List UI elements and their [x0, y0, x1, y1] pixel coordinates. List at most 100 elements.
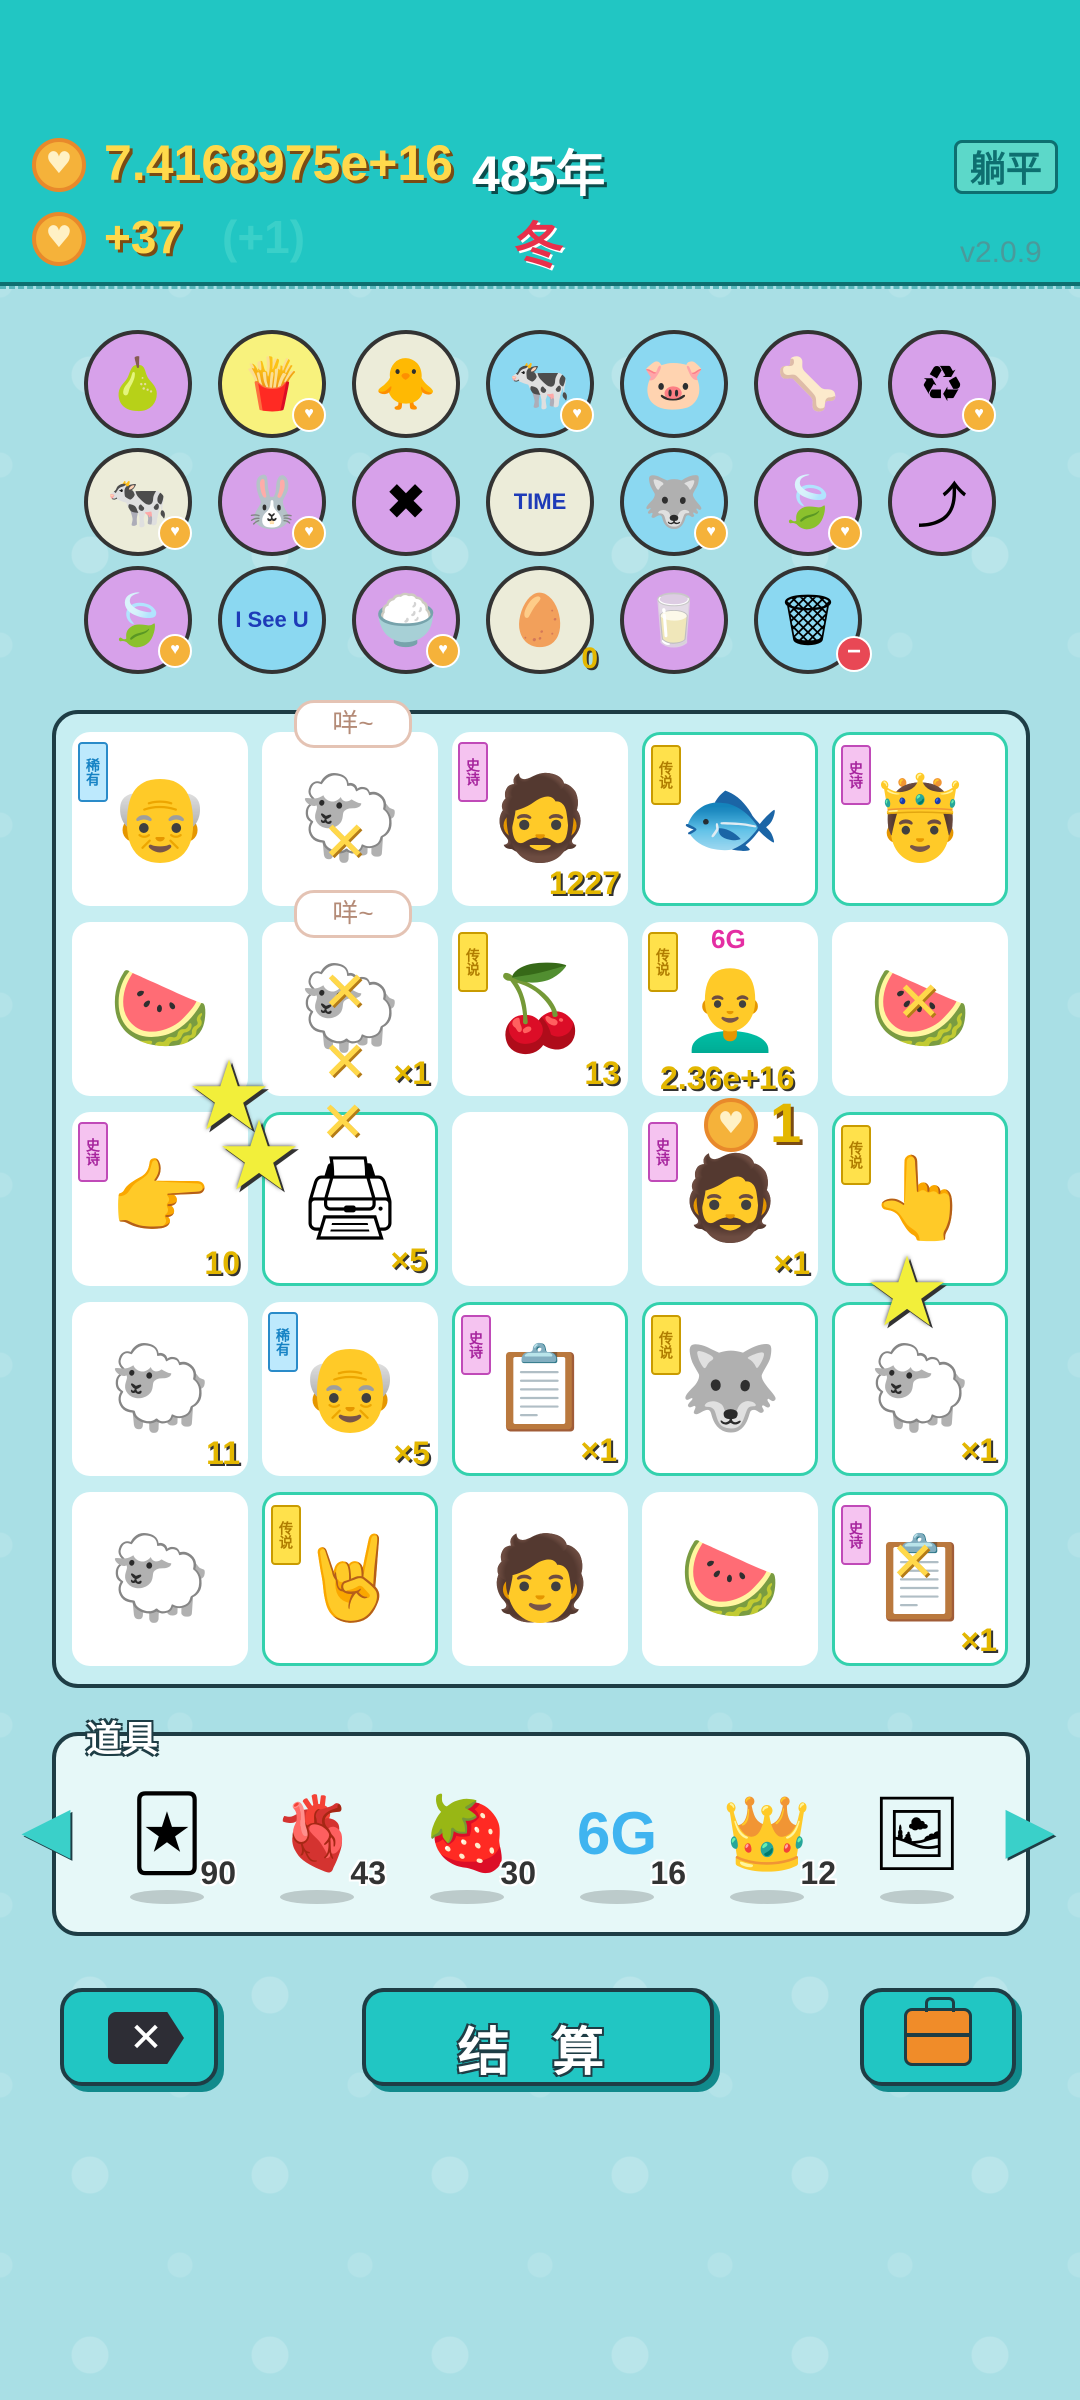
prop-item-strawberry[interactable]: 🍓 30: [412, 1778, 536, 1904]
6g-icon: 6G: [576, 1799, 658, 1867]
coin-rate-icon: [32, 212, 86, 266]
heart-badge-icon: ♥: [426, 634, 460, 668]
board-cell-r0c4[interactable]: 史诗 🤴: [832, 732, 1008, 906]
multiplier-x-icon: ✕: [322, 812, 368, 872]
collection-item-pet-food[interactable]: 🦴: [754, 330, 862, 438]
rarity-tag: 史诗: [461, 1315, 491, 1375]
collection-count: 0: [581, 642, 598, 675]
board-cell-r4c3[interactable]: 🍉: [642, 1492, 818, 1666]
multiplier-x-icon: ✕: [322, 962, 368, 1022]
collection-item-curved-arrow[interactable]: ⤴: [888, 448, 996, 556]
symbol-icon: 🖨: [297, 1153, 403, 1244]
props-scroll-right-icon[interactable]: ▶: [1004, 1790, 1056, 1870]
symbol-icon: 🧔: [488, 773, 592, 864]
prop-count: 12: [800, 1855, 836, 1891]
lie-flat-button[interactable]: 躺平: [954, 140, 1058, 194]
board-cell-r3c0[interactable]: 🐑 11: [72, 1302, 248, 1476]
symbol-count: 1227: [548, 865, 620, 901]
cow-pair-2-icon: 🐄: [106, 473, 170, 530]
briefcase-icon: [904, 1997, 972, 2066]
collection-item-leaf-2[interactable]: 🍃 ♥: [84, 566, 192, 674]
coin-gain-popup: 1: [770, 1091, 802, 1154]
board-cell-r0c0[interactable]: 稀有 👴: [72, 732, 248, 906]
year-display: 485年: [472, 146, 606, 202]
symbol-count: 13: [584, 1055, 620, 1091]
symbol-icon: 👆: [868, 1153, 972, 1244]
props-scroll-left-icon[interactable]: ◀: [20, 1790, 72, 1870]
coin-popup-icon: [704, 1098, 758, 1152]
prop-item-6g[interactable]: 6G 16: [562, 1778, 686, 1904]
collection-item-piggy-bank[interactable]: 🐷: [620, 330, 728, 438]
collection-item-french-fries[interactable]: 🍟 ♥: [218, 330, 326, 438]
symbol-icon: 👴: [298, 1343, 402, 1434]
remove-badge-icon[interactable]: −: [836, 636, 872, 672]
remove-button[interactable]: ✕: [60, 1988, 218, 2086]
board-cell-r3c3[interactable]: 传说 🐺: [642, 1302, 818, 1476]
rarity-tag: 传说: [841, 1125, 871, 1185]
multiplier-guy-icon: ✖: [385, 474, 427, 530]
money-total: 7.4168975e+16: [104, 135, 453, 191]
board-cell-r1c2[interactable]: 传说 🍒 13: [452, 922, 628, 1096]
board-cell-r3c2[interactable]: 史诗 📋 ×1: [452, 1302, 628, 1476]
rarity-tag: 稀有: [78, 742, 108, 802]
prop-count: 16: [650, 1855, 686, 1891]
symbol-count: ×1: [393, 1055, 430, 1091]
collection-item-pomelo-grapefruit[interactable]: 🍐: [84, 330, 192, 438]
inventory-button[interactable]: [860, 1988, 1016, 2086]
french-fries-icon: 🍟: [240, 355, 304, 412]
piggy-bank-icon: 🐷: [642, 355, 706, 412]
settle-button[interactable]: 结 算: [362, 1988, 714, 2086]
collection-item-rabbit[interactable]: 🐰 ♥: [218, 448, 326, 556]
collection-item-recycle[interactable]: ♻ ♥: [888, 330, 996, 438]
season-label: 冬: [514, 218, 564, 274]
version-label: v2.0.9: [960, 236, 1042, 269]
crown-icon: 👑: [722, 1793, 812, 1874]
rare-cards-icon: 🃏: [130, 1794, 204, 1874]
pomelo-grapefruit-icon: 🍐: [106, 355, 170, 412]
symbol-icon: 🍒: [488, 963, 592, 1054]
collection-item-time-magazine[interactable]: TIME: [486, 448, 594, 556]
board-cell-r4c2[interactable]: 🧑: [452, 1492, 628, 1666]
board-cell-r3c1[interactable]: 稀有 👴 ×5: [262, 1302, 438, 1476]
speech-bubble: 咩~: [294, 700, 412, 748]
board-cell-r0c2[interactable]: 史诗 🧔 1227: [452, 732, 628, 906]
collection-item-trash-bag[interactable]: 🗑 −: [754, 566, 872, 674]
collection-item-multiplier-guy[interactable]: ✖: [352, 448, 460, 556]
collection-item-egg-tray[interactable]: 🥚 0: [486, 566, 598, 675]
liver-icon: 🫀: [272, 1793, 362, 1874]
rabbit-icon: 🐰: [240, 473, 304, 530]
milk-jar-icon: 🥛: [642, 591, 706, 648]
chick-egg-icon: 🐥: [374, 355, 438, 412]
symbol-count: ×1: [960, 1432, 997, 1468]
symbol-icon: 🐑: [108, 1343, 212, 1434]
collection-item-husky-dog[interactable]: 🐺 ♥: [620, 448, 728, 556]
prop-item-liver[interactable]: 🫀 43: [262, 1778, 386, 1904]
collection-item-cow-pair[interactable]: 🐄 ♥: [486, 330, 594, 438]
board-cell-r4c1[interactable]: 传说 🤘: [262, 1492, 438, 1666]
symbol-icon: 📋: [488, 1343, 592, 1434]
multiplier-x-icon: ✕: [322, 1032, 368, 1092]
collection-item-i-see-u[interactable]: I See U: [218, 566, 326, 674]
prop-item-rare-cards[interactable]: 🃏 90: [112, 1778, 236, 1904]
board-cell-r4c0[interactable]: 🐑: [72, 1492, 248, 1666]
rarity-tag: 史诗: [841, 1505, 871, 1565]
heart-badge-icon: ♥: [158, 516, 192, 550]
prop-item-crown[interactable]: 👑 12: [712, 1778, 836, 1904]
income-rate: +37: [104, 211, 183, 263]
collection-item-cow-pair-2[interactable]: 🐄 ♥: [84, 448, 192, 556]
prop-item-frame[interactable]: 🖼: [862, 1778, 972, 1904]
collection-item-leaf[interactable]: 🍃 ♥: [754, 448, 862, 556]
prop-count: 30: [500, 1855, 536, 1891]
heart-badge-icon: ♥: [962, 398, 996, 432]
heart-badge-icon: ♥: [828, 516, 862, 550]
rarity-tag: 传说: [651, 745, 681, 805]
rarity-tag: 史诗: [78, 1122, 108, 1182]
husky-dog-icon: 🐺: [642, 473, 706, 530]
board-cell-r0c3[interactable]: 传说 🐟: [642, 732, 818, 906]
collection-item-rice-bowl[interactable]: 🍚 ♥: [352, 566, 460, 674]
board-cell-r2c2[interactable]: [452, 1112, 628, 1286]
collection-item-milk-jar[interactable]: 🥛: [620, 566, 728, 674]
trash-bag-icon: 🗑: [776, 591, 840, 648]
collection-item-chick-egg[interactable]: 🐥: [352, 330, 460, 438]
frame-icon: 🖼: [871, 1793, 963, 1874]
